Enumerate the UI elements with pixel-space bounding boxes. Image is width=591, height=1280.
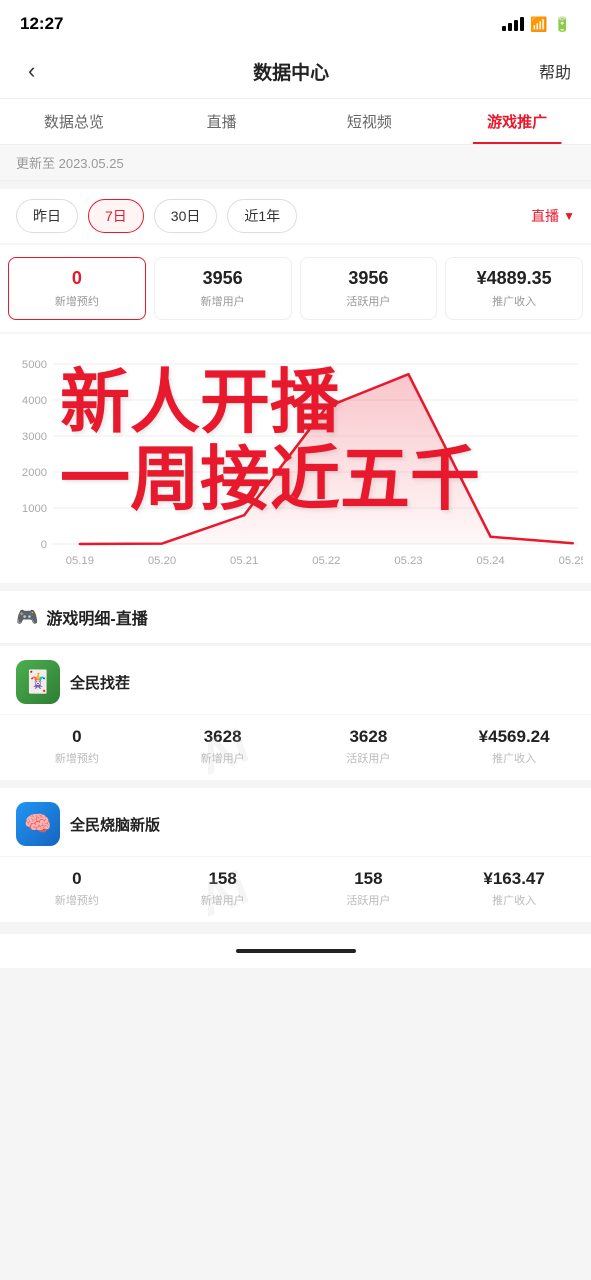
svg-text:3000: 3000 — [22, 431, 47, 443]
svg-text:0: 0 — [41, 539, 47, 551]
live-filter-dropdown[interactable]: 直播 ▼ — [531, 206, 575, 226]
svg-text:05.20: 05.20 — [148, 555, 176, 567]
filter-1year[interactable]: 近1年 — [227, 199, 297, 233]
svg-text:1000: 1000 — [22, 503, 47, 515]
header: ‹ 数据中心 帮助 — [0, 44, 591, 99]
chevron-down-icon: ▼ — [563, 209, 575, 223]
game-item-quanmingzhacha: 🃏 全民找茬 Ai 0 新增预约 3628 新增用户 3628 活跃用户 ¥45… — [0, 646, 591, 780]
bottom-bar — [0, 934, 591, 968]
filter-yesterday[interactable]: 昨日 — [16, 199, 78, 233]
back-button[interactable]: ‹ — [20, 54, 43, 88]
tab-live[interactable]: 直播 — [148, 99, 296, 144]
svg-text:05.25: 05.25 — [559, 555, 583, 567]
filter-7days[interactable]: 7日 — [88, 199, 144, 233]
stat-card-new-users: 3956 新增用户 — [154, 257, 292, 320]
filter-30days[interactable]: 30日 — [154, 199, 218, 233]
game-stats-2: 0 新增预约 158 新增用户 158 活跃用户 ¥163.47 推广收入 — [0, 857, 591, 922]
svg-text:05.24: 05.24 — [476, 555, 504, 567]
svg-text:5000: 5000 — [22, 359, 47, 371]
chart-overlay-text: 新人开播 一周接近五千 — [60, 364, 480, 518]
game-stat-new-users-1: 3628 新增用户 — [154, 727, 292, 766]
svg-text:2000: 2000 — [22, 467, 47, 479]
game-stats-wrapper-2: Ai 0 新增预约 158 新增用户 158 活跃用户 ¥163.47 推广收入 — [0, 857, 591, 922]
page-title: 数据中心 — [253, 58, 329, 85]
game-stat-active-users-2: 158 活跃用户 — [300, 869, 438, 908]
section-game-detail: 🎮 游戏明细-直播 — [0, 591, 591, 644]
tab-game-promotion[interactable]: 游戏推广 — [443, 99, 591, 144]
game-stat-active-users-1: 3628 活跃用户 — [300, 727, 438, 766]
filter-row: 昨日 7日 30日 近1年 直播 ▼ — [0, 189, 591, 243]
game-stat-revenue-2: ¥163.47 推广收入 — [445, 869, 583, 908]
status-bar: 12:27 📶 🔋 — [0, 0, 591, 44]
stat-card-reservations: 0 新增预约 — [8, 257, 146, 320]
svg-text:05.23: 05.23 — [394, 555, 422, 567]
stats-row: 0 新增预约 3956 新增用户 3956 活跃用户 ¥4889.35 推广收入 — [0, 245, 591, 332]
stat-card-active-users: 3956 活跃用户 — [300, 257, 438, 320]
game-title-row-1: 🃏 全民找茬 — [0, 646, 591, 715]
wifi-icon: 📶 — [530, 16, 547, 33]
game-image-1: 🃏 — [24, 669, 51, 695]
tab-short-video[interactable]: 短视频 — [296, 99, 444, 144]
status-icons: 📶 🔋 — [502, 16, 571, 33]
game-icon-2: 🧠 — [16, 802, 60, 846]
game-stat-revenue-1: ¥4569.24 推广收入 — [445, 727, 583, 766]
svg-text:4000: 4000 — [22, 395, 47, 407]
svg-text:05.19: 05.19 — [66, 555, 94, 567]
game-stat-reservations-2: 0 新增预约 — [8, 869, 146, 908]
signal-icon — [502, 17, 524, 31]
game-item-quanminshaonaoxinban: 🧠 全民烧脑新版 Ai 0 新增预约 158 新增用户 158 活跃用户 ¥16… — [0, 788, 591, 922]
game-title-row-2: 🧠 全民烧脑新版 — [0, 788, 591, 857]
game-stats-wrapper-1: Ai 0 新增预约 3628 新增用户 3628 活跃用户 ¥4569.24 推… — [0, 715, 591, 780]
game-stat-reservations-1: 0 新增预约 — [8, 727, 146, 766]
home-indicator — [236, 949, 356, 953]
tab-overview[interactable]: 数据总览 — [0, 99, 148, 144]
stat-card-revenue: ¥4889.35 推广收入 — [445, 257, 583, 320]
svg-text:05.21: 05.21 — [230, 555, 258, 567]
status-time: 12:27 — [20, 14, 63, 34]
game-controller-icon: 🎮 — [16, 607, 38, 628]
tab-bar: 数据总览 直播 短视频 游戏推广 — [0, 99, 591, 145]
update-bar: 更新至 2023.05.25 — [0, 145, 591, 181]
battery-icon: 🔋 — [554, 16, 571, 33]
chart-container: 新人开播 一周接近五千 5000 4000 3000 2000 1000 0 0… — [0, 334, 591, 583]
svg-text:05.22: 05.22 — [312, 555, 340, 567]
game-stat-new-users-2: 158 新增用户 — [154, 869, 292, 908]
game-icon-1: 🃏 — [16, 660, 60, 704]
help-button[interactable]: 帮助 — [539, 59, 571, 83]
game-stats-1: 0 新增预约 3628 新增用户 3628 活跃用户 ¥4569.24 推广收入 — [0, 715, 591, 780]
game-image-2: 🧠 — [24, 811, 51, 837]
